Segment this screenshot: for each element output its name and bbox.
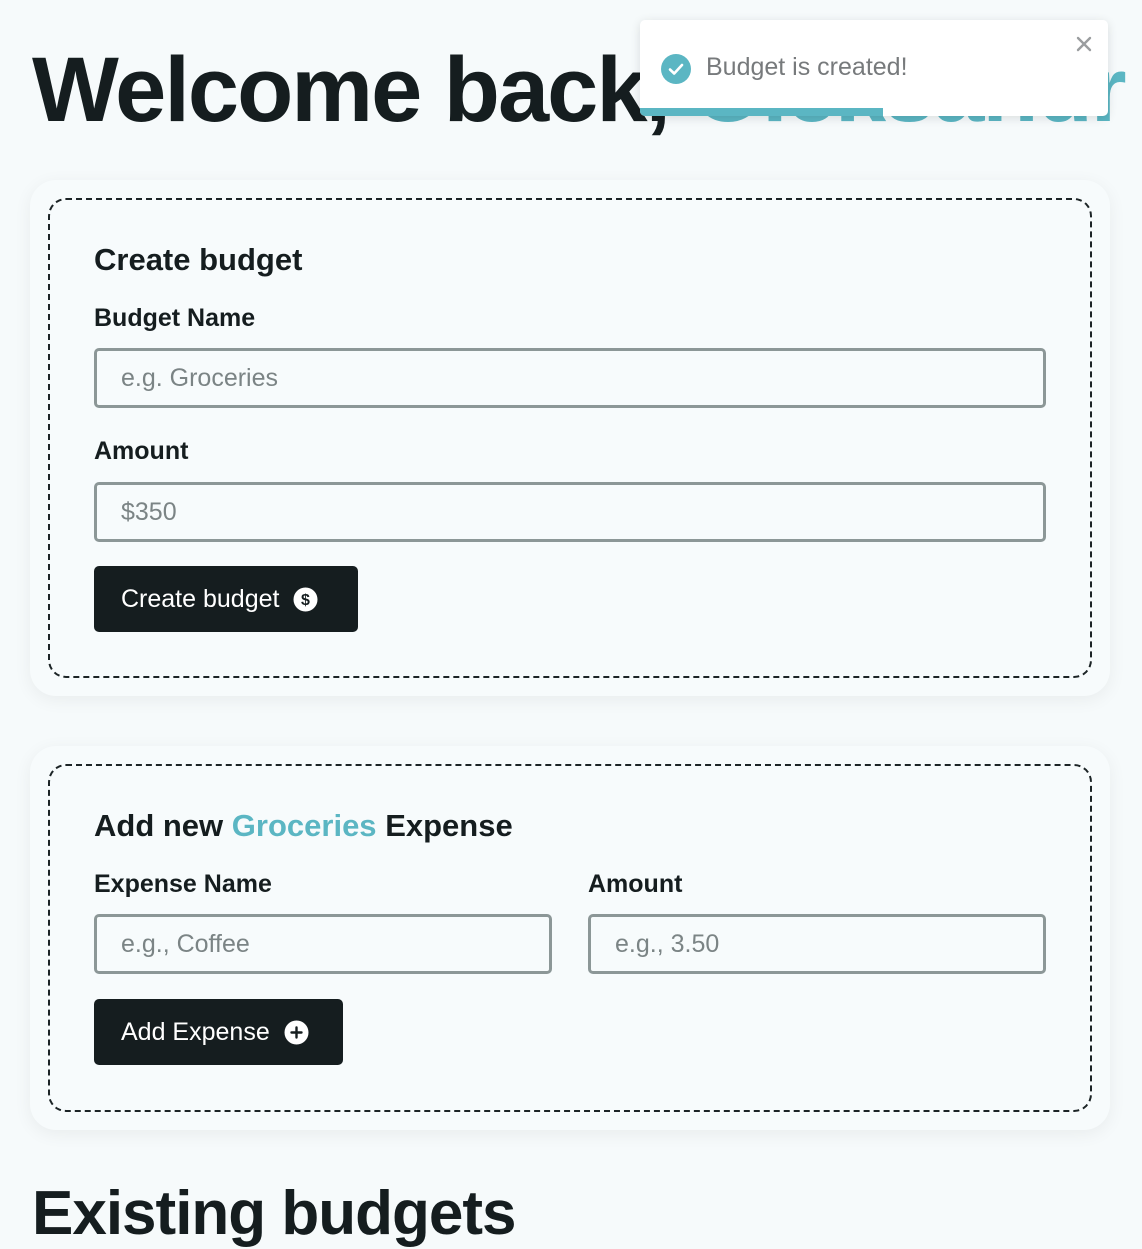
budget-amount-input[interactable] (94, 482, 1046, 542)
add-expense-title-prefix: Add new (94, 808, 224, 843)
expense-amount-input[interactable] (588, 914, 1046, 974)
create-budget-card: Create budget Budget Name Amount Create … (30, 180, 1110, 696)
add-expense-button[interactable]: Add Expense (94, 999, 343, 1065)
budget-name-input[interactable] (94, 348, 1046, 408)
toast-message: Budget is created! (706, 53, 908, 81)
create-budget-button[interactable]: Create budget $ (94, 566, 358, 632)
plus-circle-icon (284, 1020, 309, 1045)
create-budget-title: Create budget (94, 242, 303, 277)
expense-name-input[interactable] (94, 914, 552, 974)
budget-amount-label: Amount (94, 437, 189, 465)
check-circle-icon (661, 54, 691, 84)
dollar-circle-icon: $ (293, 587, 318, 612)
close-icon[interactable] (1070, 30, 1098, 58)
add-expense-title-suffix: Expense (385, 808, 513, 843)
welcome-prefix: Welcome back, (32, 39, 693, 141)
budget-name-label: Budget Name (94, 304, 256, 332)
create-budget-button-label: Create budget (121, 584, 280, 613)
toast-notification: Budget is created! (640, 20, 1108, 116)
toast-progress-bar (640, 108, 884, 116)
add-expense-title: Add new Groceries Expense (94, 808, 513, 844)
add-expense-button-label: Add Expense (121, 1017, 270, 1046)
expense-amount-label: Amount (588, 870, 683, 898)
expense-name-label: Expense Name (94, 870, 272, 898)
existing-budgets-heading: Existing budgets (32, 1179, 516, 1248)
add-expense-card: Add new Groceries Expense Expense Name A… (30, 746, 1110, 1130)
expense-budget-name: Groceries (231, 808, 377, 843)
svg-text:$: $ (302, 592, 311, 609)
